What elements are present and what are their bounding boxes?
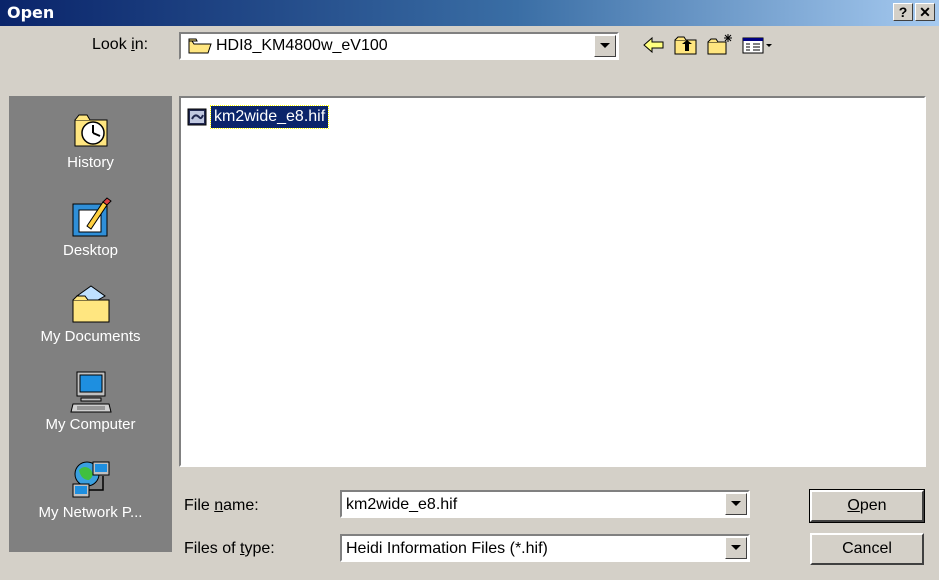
new-folder-icon	[707, 34, 732, 55]
cancel-button[interactable]: Cancel	[810, 533, 924, 565]
hif-file-icon	[187, 108, 207, 126]
open-dialog: Open ? ✕ Look in: HDI8_KM4800w_eV100 His…	[0, 0, 939, 580]
help-button[interactable]: ?	[893, 3, 913, 21]
file-list[interactable]: km2wide_e8.hif	[179, 96, 926, 467]
file-name-input[interactable]: km2wide_e8.hif	[346, 496, 457, 514]
file-name-combo[interactable]: km2wide_e8.hif	[340, 490, 750, 518]
look-in-dropdown-button[interactable]	[594, 35, 616, 57]
place-my-documents[interactable]: My Documents	[9, 282, 172, 368]
files-of-type-dropdown-button[interactable]	[725, 537, 747, 559]
place-label: My Network P...	[38, 504, 143, 521]
file-name-label: File name:	[184, 497, 259, 514]
desktop-icon	[72, 197, 112, 237]
help-icon: ?	[898, 4, 908, 20]
history-icon	[74, 114, 107, 147]
file-name-label: km2wide_e8.hif	[209, 105, 330, 129]
title-bar: Open ? ✕	[0, 0, 939, 26]
place-label: My Computer	[45, 416, 136, 433]
place-my-network-places[interactable]: My Network P...	[9, 458, 172, 544]
chevron-down-icon	[731, 501, 741, 506]
place-label: My Documents	[40, 328, 141, 345]
files-of-type-value: Heidi Information Files (*.hif)	[346, 540, 548, 557]
look-in-label: Look in:	[92, 36, 149, 53]
window-title: Open	[7, 3, 55, 22]
look-in-combo[interactable]: HDI8_KM4800w_eV100	[179, 32, 619, 60]
chevron-down-icon	[731, 545, 741, 550]
view-menu-button[interactable]	[740, 32, 776, 58]
look-in-value: HDI8_KM4800w_eV100	[216, 37, 388, 54]
place-my-computer[interactable]: My Computer	[9, 370, 172, 456]
create-new-folder-button[interactable]	[706, 32, 734, 58]
chevron-down-icon	[600, 43, 610, 48]
close-button[interactable]: ✕	[915, 3, 935, 21]
back-button[interactable]	[640, 32, 668, 58]
my-computer-icon	[69, 371, 112, 413]
files-of-type-combo[interactable]: Heidi Information Files (*.hif)	[340, 534, 750, 562]
view-menu-icon	[742, 37, 772, 54]
place-label: History	[67, 154, 114, 171]
place-history[interactable]: History	[9, 108, 172, 194]
my-documents-icon	[72, 285, 109, 323]
back-arrow-icon	[643, 36, 664, 54]
my-network-places-icon	[72, 461, 109, 498]
up-one-level-button[interactable]	[672, 32, 700, 58]
files-of-type-label: Files of type:	[184, 540, 275, 557]
place-label: Desktop	[62, 242, 119, 259]
places-bar: History Desktop My Documents My Computer…	[9, 96, 172, 552]
open-button[interactable]: Open	[809, 489, 925, 523]
place-desktop[interactable]: Desktop	[9, 196, 172, 282]
folder-icon	[188, 38, 212, 54]
file-name-dropdown-button[interactable]	[725, 493, 747, 515]
close-icon: ✕	[919, 4, 931, 20]
up-folder-icon	[674, 36, 697, 55]
